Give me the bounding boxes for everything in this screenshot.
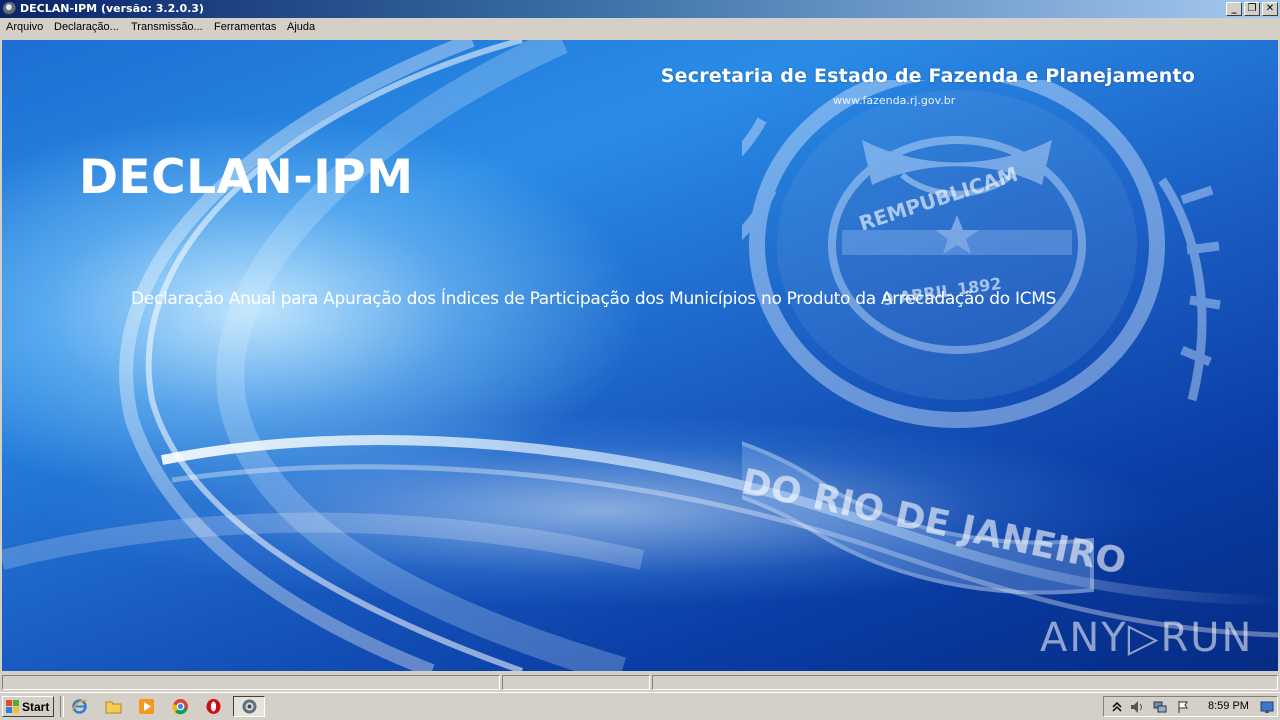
start-button[interactable]: Start	[2, 696, 54, 717]
window-controls: _ ❐ ✕	[1224, 2, 1278, 16]
declan-app-icon	[242, 699, 257, 714]
menu-ajuda[interactable]: Ajuda	[287, 21, 315, 33]
status-bar	[0, 673, 1280, 692]
watermark-left: ANY	[1040, 615, 1128, 661]
app-description: Declaração Anual para Apuração dos Índic…	[131, 289, 1057, 309]
windows-flag-icon	[6, 700, 19, 713]
status-panel-middle	[502, 675, 650, 690]
close-button[interactable]: ✕	[1262, 2, 1278, 16]
system-tray: 8:59 PM	[1103, 696, 1278, 717]
menu-arquivo[interactable]: Arquivo	[6, 21, 43, 33]
show-hidden-icons-icon[interactable]	[1110, 700, 1124, 714]
menu-declaracao[interactable]: Declaração...	[54, 21, 119, 33]
minimize-button[interactable]: _	[1226, 2, 1242, 16]
title-bar: DECLAN-IPM (versão: 3.2.0.3) _ ❐ ✕	[0, 0, 1280, 18]
start-label: Start	[22, 700, 50, 714]
watermark-right: RUN	[1160, 615, 1254, 661]
menu-bar: Arquivo Declaração... Transmissão... Fer…	[0, 18, 1280, 38]
taskbar-separator	[60, 696, 64, 717]
folder-icon[interactable]	[105, 698, 122, 715]
show-desktop-icon[interactable]	[1260, 700, 1274, 714]
anyrun-watermark: ANY▷RUN	[1040, 615, 1253, 661]
action-center-flag-icon[interactable]	[1176, 700, 1190, 714]
window-title: DECLAN-IPM (versão: 3.2.0.3)	[20, 2, 204, 15]
taskbar: Start 8:59 PM	[0, 692, 1280, 720]
organization-url: www.fazenda.rj.gov.br	[833, 94, 956, 107]
taskbar-declan-ipm[interactable]	[233, 696, 265, 717]
internet-explorer-icon[interactable]	[71, 698, 88, 715]
restore-button[interactable]: ❐	[1244, 2, 1260, 16]
app-name-heading: DECLAN-IPM	[79, 150, 414, 205]
splash-panel: REMPUBLICAM 9 ABRIL 1892 ESTADO DO RIO D…	[2, 40, 1278, 671]
opera-icon[interactable]	[205, 698, 222, 715]
menu-transmissao[interactable]: Transmissão...	[131, 21, 203, 33]
app-icon[interactable]	[3, 2, 16, 15]
status-panel-main	[2, 675, 500, 690]
status-panel-right	[652, 675, 1278, 690]
menu-ferramentas[interactable]: Ferramentas	[214, 21, 276, 33]
organization-name: Secretaria de Estado de Fazenda e Planej…	[660, 65, 1195, 87]
media-player-icon[interactable]	[138, 698, 155, 715]
taskbar-clock[interactable]: 8:59 PM	[1208, 700, 1249, 712]
volume-icon[interactable]	[1130, 700, 1144, 714]
play-icon: ▷	[1127, 615, 1161, 661]
network-icon[interactable]	[1153, 700, 1167, 714]
coat-of-arms-emblem: REMPUBLICAM 9 ABRIL 1892 ESTADO DO RIO D…	[742, 80, 1221, 595]
chrome-icon[interactable]	[172, 698, 189, 715]
